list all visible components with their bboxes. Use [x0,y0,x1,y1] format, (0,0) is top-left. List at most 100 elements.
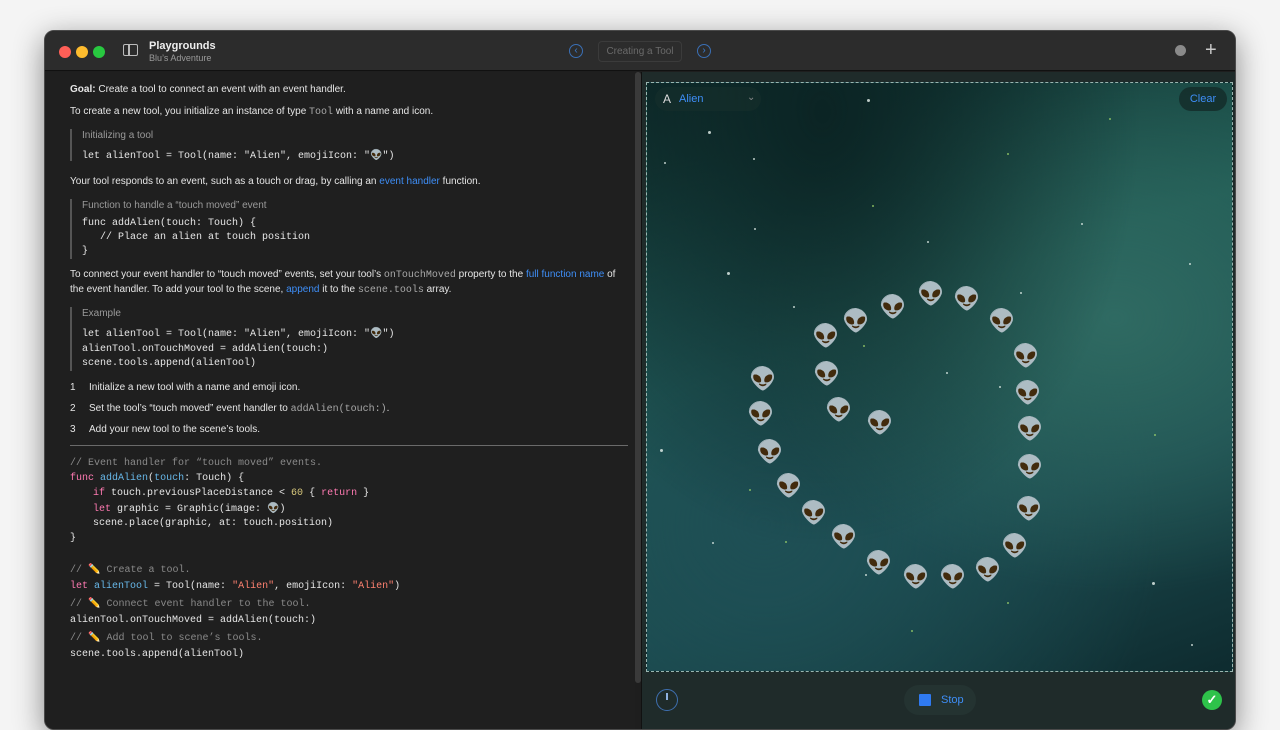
step-text: Initialize a new tool with a name and em… [89,382,301,393]
step-number: 3 [70,424,76,435]
code-token: let [70,581,89,592]
step-item: 2 Set the tool’s “touch moved” event hand… [70,403,389,415]
code-line[interactable]: let graphic = Graphic(image: 👽) [93,503,286,515]
close-window-button[interactable] [59,46,71,58]
alien-graphic: 👽 [842,308,870,333]
new-tab-button[interactable]: + [1205,38,1217,62]
star-dot [872,205,874,207]
goal-description: Create a tool to connect an event with a… [95,84,346,95]
code-token: = Tool(name: [148,581,233,592]
clear-button[interactable]: Clear [1179,87,1227,111]
star-dot [793,306,795,308]
connect-text-line-1: To connect your event handler to “touch … [70,269,615,281]
alien-graphic: 👽 [866,410,894,435]
code-token: addAlien [100,473,149,484]
star-dot [664,162,666,164]
step-text: Set the tool’s “touch moved” event handl… [89,403,389,415]
next-page-button[interactable]: › [697,44,711,58]
code-line[interactable]: if touch.previousPlaceDistance < 60 { re… [93,488,369,499]
code-token: "Alien" [232,581,275,592]
star-dot [1007,602,1009,604]
tool-icon: A [663,92,672,106]
star-dot [749,489,751,491]
code-line[interactable]: // ✏️ Connect event handler to the tool. [70,598,311,610]
connect-text-part: it to the [319,284,358,295]
intro-text: To create a new tool, you initialize an … [70,106,433,118]
code-block-line: // Place an alien at touch position [82,232,311,243]
alien-graphic: 👽 [1016,454,1044,479]
star-dot [660,449,663,452]
star-dot [753,158,755,160]
title-bar: Playgrounds Blu’s Adventure ‹ Creating a… [45,31,1235,71]
step-text: Add your new tool to the scene’s tools. [89,424,261,435]
connect-text-part: property to the [455,269,526,280]
step-number: 1 [70,382,76,393]
code-line[interactable]: let alienTool = Tool(name: "Alien", emoj… [70,581,400,592]
alien-graphic: 👽 [974,557,1002,582]
code-line[interactable]: // ✏️ Create a tool. [70,564,190,576]
section-divider [70,445,628,446]
code-line[interactable]: func addAlien(touch: Touch) { [70,473,244,484]
alien-graphic: 👽 [865,550,893,575]
connect-text-part: array. [423,284,452,295]
code-block-line: scene.tools.append(alienTool) [82,358,257,369]
connect-text-part: To connect your event handler to “touch … [70,269,384,280]
code-token: if [93,488,106,499]
stop-button[interactable]: Stop [904,685,976,715]
star-dot [1189,263,1191,265]
code-token: touch.previousPlaceDistance < [105,488,292,499]
code-block-line: let alienTool = Tool(name: "Alien", emoj… [82,151,395,162]
code-block-caption: Example [82,308,121,319]
alien-graphic: 👽 [800,500,828,525]
previous-page-button[interactable]: ‹ [569,44,583,58]
code-token: 👽 [267,504,280,515]
star-dot [863,345,865,347]
event-handler-link[interactable]: event handler [379,176,440,187]
code-token: graphic = Graphic(image: [111,504,268,515]
alien-graphic: 👽 [879,294,907,319]
goal-text: Goal: Create a tool to connect an event … [70,84,346,95]
star-dot [1152,582,1155,585]
alien-graphic: 👽 [775,473,803,498]
step-item: 1 Initialize a new tool with a name and e… [70,382,300,393]
code-line[interactable]: alienTool.onTouchMoved = addAlien(touch:… [70,615,316,626]
code-line[interactable]: scene.tools.append(alienTool) [70,649,244,660]
alien-graphic: 👽 [756,439,784,464]
code-line[interactable]: // Event handler for “touch moved” event… [70,458,322,469]
code-token: } [357,488,370,499]
star-dot [727,272,730,275]
alien-graphic: 👽 [902,564,930,589]
tool-picker[interactable]: A Alien ⌄ [655,87,761,111]
code-line[interactable]: scene.place(graphic, at: touch.position) [93,518,333,529]
zoom-window-button[interactable] [93,46,105,58]
star-dot [1154,434,1156,436]
minimize-window-button[interactable] [76,46,88,58]
append-link[interactable]: append [286,284,319,295]
star-dot [712,542,714,544]
code-block-bar [70,199,72,259]
code-line[interactable]: // ✏️ Add tool to scene’s tools. [70,632,262,644]
full-function-name-link[interactable]: full function name [526,269,604,280]
code-line[interactable]: } [70,533,76,544]
sidebar-toggle-icon[interactable] [123,44,138,56]
star-dot [1081,223,1083,225]
alien-graphic: 👽 [1012,343,1040,368]
speed-gauge-icon[interactable] [656,689,678,711]
star-dot [1191,644,1193,646]
code-block-caption: Function to handle a “touch moved” event [82,200,267,211]
code-token: let [93,504,112,515]
code-block-line: } [82,246,89,257]
status-dot-icon[interactable] [1175,45,1186,56]
star-dot [927,241,929,243]
connect-text-line-2: the event handler. To add your tool to t… [70,284,451,296]
star-dot [708,131,711,134]
event-text-part: Your tool responds to an event, such as … [70,176,380,187]
code-token: ) [279,504,286,515]
tool-name: Alien [679,93,704,105]
scene-canvas[interactable]: A Alien ⌄ Clear 👽 👽 👽 👽 👽 👽 👽 👽 👽 👽 👽 👽 👽 👽 👽 👽 👽 👽 👽 👽 👽 👽 👽 👽… [646,82,1233,672]
code-block-line: let alienTool = Tool(name: "Alien", emoj… [82,329,395,340]
inline-code: Tool [309,107,334,118]
page-title-breadcrumb[interactable]: Creating a Tool [598,41,682,62]
star-dot [867,99,870,102]
star-dot [911,630,913,632]
